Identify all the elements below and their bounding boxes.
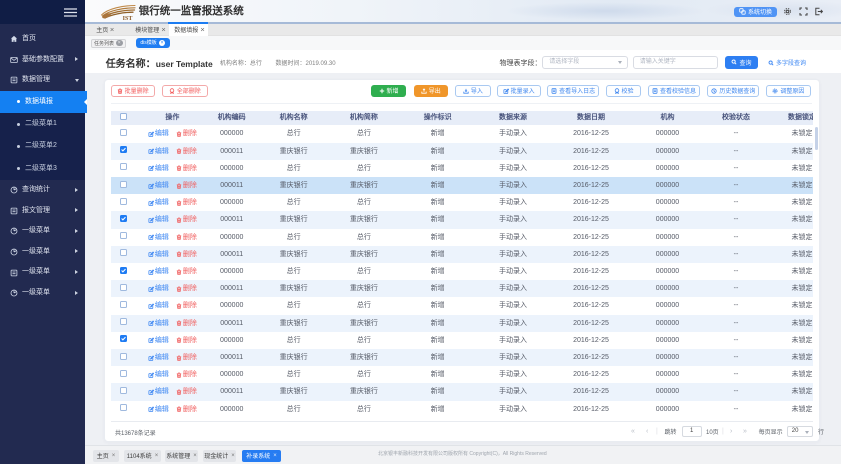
svg-text:IST: IST [123, 16, 133, 20]
